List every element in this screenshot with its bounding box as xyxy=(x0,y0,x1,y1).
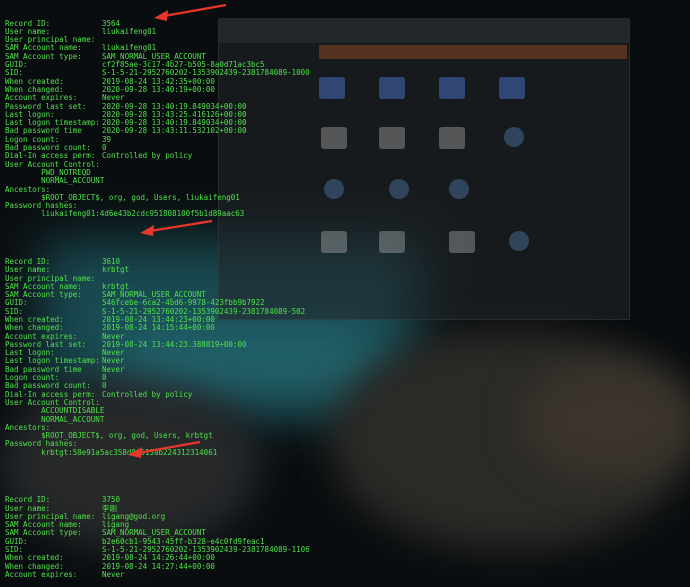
field-label: SID: xyxy=(5,545,24,554)
field-value: krbtgt xyxy=(102,265,130,275)
user-record: Record ID: 3564 User name: liukaifeng01 User… xyxy=(5,19,690,219)
record-line: Account expires: Never xyxy=(5,569,690,579)
field-value: Controlled by policy xyxy=(102,389,193,399)
field-value: NORMAL_ACCOUNT xyxy=(5,176,105,186)
record-line: NORMAL_ACCOUNT xyxy=(5,177,690,185)
terminal-output[interactable]: Record ID: 3564 User name: liukaifeng01 User… xyxy=(5,3,690,579)
field-label: When created: xyxy=(5,553,64,563)
arrow-annotation-icon xyxy=(128,440,201,458)
field-value: 2020-09-28 13:43:11.532102+00:00 xyxy=(102,126,247,136)
record-line: User Account Control: xyxy=(5,398,690,407)
record-line: $ROOT_OBJECT$, org, god, Users, krbtgt xyxy=(5,431,690,440)
record-line: $ROOT_OBJECT$, org, god, Users, liukaife… xyxy=(5,193,690,202)
field-label: When changed: xyxy=(5,561,64,571)
record-line: PWD_NOTREQD xyxy=(5,168,690,177)
record-line: User Account Control: xyxy=(5,160,690,169)
record-line: User name: liukaifeng01 xyxy=(5,26,690,36)
record-line: NORMAL_ACCOUNT xyxy=(5,415,690,424)
record-line: Logon count: 39 xyxy=(5,135,690,144)
field-value: Controlled by policy xyxy=(102,151,193,161)
field-value: Never xyxy=(102,569,125,579)
field-value: liukaifeng01 xyxy=(102,26,157,36)
record-line: liukaifeng01:4d6e43b2cdc951808100f5b1d89… xyxy=(5,210,690,218)
record-line: Dial-In access perm: Controlled by policy xyxy=(5,151,690,161)
arrow-annotation-icon xyxy=(140,219,213,236)
arrow-annotation-icon xyxy=(154,3,227,21)
record-line: Bad password time Never xyxy=(5,365,690,374)
record-line: ACCOUNTDISABLE xyxy=(5,407,690,415)
user-record: Record ID: 3610 User name: krbtgt User princ… xyxy=(5,257,690,457)
record-line: User name: krbtgt xyxy=(5,265,690,275)
record-line: Logon count: 0 xyxy=(5,373,690,382)
record-line: krbtgt:58e91a5ac358d86513ab224312314061 xyxy=(5,448,690,457)
record-line: Dial-In access perm: Controlled by policy xyxy=(5,389,690,399)
field-label: Account expires: xyxy=(5,569,78,579)
user-record: Record ID: 3750 User name: 李刚 User principal… xyxy=(5,495,690,579)
